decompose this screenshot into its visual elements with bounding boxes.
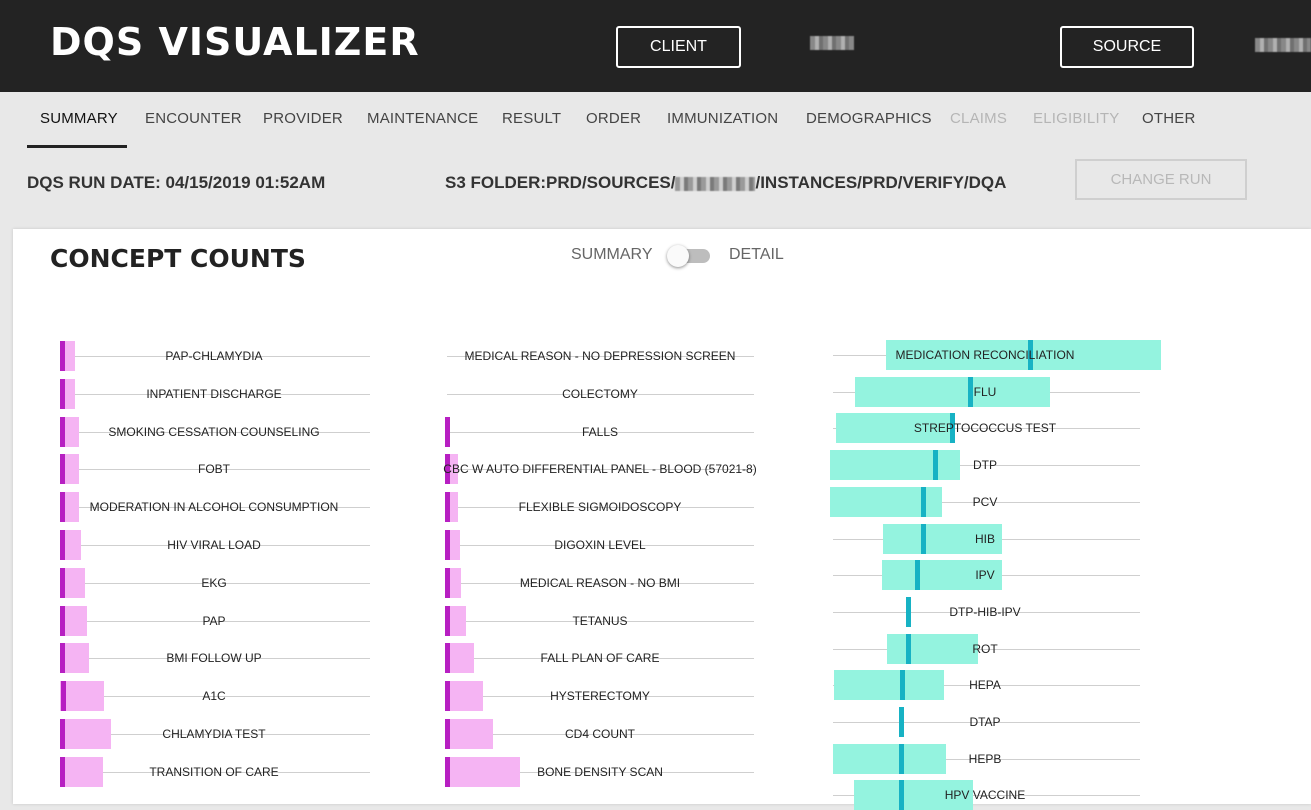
change-run-button[interactable]: CHANGE RUN [1075,159,1247,200]
concept-label: STREPTOCOCCUS TEST [913,421,1057,435]
tab-result[interactable]: RESULT [502,110,561,127]
concept-label: DTP-HIB-IPV [949,605,1021,619]
concept-label: ROT [972,642,998,656]
value-marker [921,487,926,517]
tab-order[interactable]: ORDER [586,110,641,127]
value-marker [933,450,938,480]
client-button[interactable]: CLIENT [616,26,741,68]
chart-row[interactable]: STREPTOCOCCUS TEST [0,413,1311,443]
chart-row[interactable]: PCV [0,487,1311,517]
source-button[interactable]: SOURCE [1060,26,1194,68]
tab-other[interactable]: OTHER [1142,110,1196,127]
chart-row[interactable]: HEPA [0,670,1311,700]
chart-row[interactable]: ROT [0,634,1311,664]
concept-label: HEPA [969,678,1001,692]
concept-label: HEPB [968,752,1002,766]
s3-source-redacted [675,176,756,191]
range-bar [833,744,946,774]
chart-row[interactable]: HPV VACCINE [0,780,1311,810]
value-marker [906,597,911,627]
top-header: DQS VISUALIZER CLIENT SOURCE [0,0,1311,92]
chart-row[interactable]: DTP [0,450,1311,480]
value-marker [968,377,973,407]
concept-label: HIB [974,532,996,546]
range-bar [855,377,1050,407]
range-bar [834,670,944,700]
concept-label: HPV VACCINE [944,788,1026,802]
value-marker [899,744,904,774]
tab-eligibility[interactable]: ELIGIBILITY [1033,110,1119,127]
chart-row[interactable]: DTAP [0,707,1311,737]
chart-row[interactable]: HIB [0,524,1311,554]
value-marker [921,524,926,554]
tab-bar: SUMMARY ENCOUNTER PROVIDER MAINTENANCE R… [0,92,1311,148]
chart-row[interactable]: HEPB [0,744,1311,774]
tab-claims[interactable]: CLAIMS [950,110,1007,127]
app-title: DQS VISUALIZER [50,20,420,64]
client-name-redacted [810,36,854,50]
value-marker [899,780,904,810]
concept-label: DTP [973,458,997,472]
concept-label: IPV [975,568,995,582]
s3-folder-prefix: S3 FOLDER:PRD/SOURCES/ [445,173,676,192]
chart-row[interactable]: MEDICATION RECONCILIATION [0,340,1311,370]
tab-maintenance[interactable]: MAINTENANCE [367,110,478,127]
s3-folder: S3 FOLDER:PRD/SOURCES/ /INSTANCES/PRD/VER… [445,173,1006,193]
chart-row[interactable]: FLU [0,377,1311,407]
run-date: DQS RUN DATE: 04/15/2019 01:52AM [27,173,326,192]
concept-label: DTAP [969,715,1001,729]
s3-folder-suffix: /INSTANCES/PRD/VERIFY/DQA [755,173,1007,192]
source-name-redacted [1255,38,1311,52]
chart-row[interactable]: IPV [0,560,1311,590]
range-bar [887,634,978,664]
tab-encounter[interactable]: ENCOUNTER [145,110,242,127]
active-tab-indicator [27,145,127,148]
value-marker [915,560,920,590]
tab-summary[interactable]: SUMMARY [40,110,118,127]
concept-label: FLU [973,385,997,399]
tab-demographics[interactable]: DEMOGRAPHICS [806,110,932,127]
toggle-detail-label: DETAIL [729,246,784,263]
toggle-knob[interactable] [667,245,689,267]
tab-immunization[interactable]: IMMUNIZATION [667,110,778,127]
range-bar [830,450,960,480]
value-marker [900,670,905,700]
concept-label: MEDICATION RECONCILIATION [895,348,1075,362]
value-marker [899,707,904,737]
chart-row[interactable]: DTP-HIB-IPV [0,597,1311,627]
value-marker [906,634,911,664]
toggle-summary-label: SUMMARY [571,246,653,263]
concept-label: PCV [972,495,998,509]
tab-provider[interactable]: PROVIDER [263,110,343,127]
card-title: CONCEPT COUNTS [50,244,306,273]
